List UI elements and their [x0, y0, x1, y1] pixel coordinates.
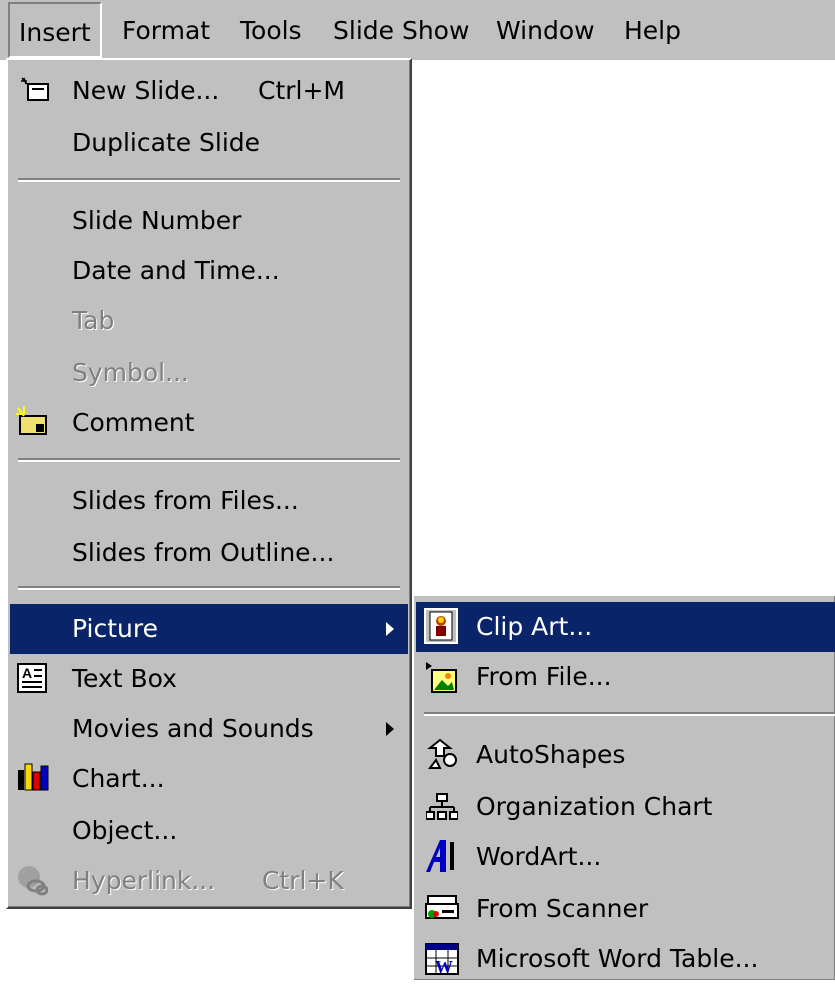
- submenu-item-clip-art[interactable]: Clip Art...: [416, 602, 835, 652]
- menu-item-chart[interactable]: Chart...: [10, 754, 408, 804]
- comment-label: Comment: [72, 408, 195, 437]
- hyperlink-shortcut: Ctrl+K: [262, 866, 344, 895]
- submenu-item-autoshapes[interactable]: AutoShapes: [416, 730, 833, 780]
- picture-label: Picture: [72, 614, 158, 643]
- menu-window[interactable]: Window: [496, 0, 595, 58]
- menu-help[interactable]: Help: [624, 0, 681, 58]
- word-table-label: Microsoft Word Table...: [476, 944, 759, 973]
- from-scanner-label: From Scanner: [476, 894, 649, 923]
- clip-art-label: Clip Art...: [476, 612, 593, 641]
- submenu-arrow-icon: [386, 622, 394, 636]
- symbol-label: Symbol...: [72, 358, 189, 387]
- new-slide-icon: [20, 76, 50, 106]
- scanner-icon: [424, 890, 460, 926]
- submenu-item-word-table[interactable]: W Microsoft Word Table...: [416, 934, 833, 984]
- chart-label: Chart...: [72, 764, 165, 793]
- menu-item-comment[interactable]: Comment: [10, 398, 408, 448]
- menu-insert[interactable]: Insert: [8, 2, 102, 58]
- wordart-label: WordArt...: [476, 842, 602, 871]
- wordart-icon: [424, 838, 460, 874]
- menu-slide-show[interactable]: Slide Show: [333, 0, 469, 58]
- menu-item-text-box[interactable]: A Text Box: [10, 654, 408, 704]
- slides-from-files-label: Slides from Files...: [72, 486, 299, 515]
- new-slide-shortcut: Ctrl+M: [258, 76, 345, 105]
- svg-text:A: A: [22, 665, 32, 681]
- duplicate-slide-label: Duplicate Slide: [72, 128, 261, 157]
- word-table-icon: W: [424, 942, 460, 977]
- menu-item-object[interactable]: Object...: [10, 806, 408, 856]
- submenu-item-from-file[interactable]: From File...: [416, 652, 833, 702]
- org-chart-icon: [425, 792, 459, 822]
- menu-format[interactable]: Format: [122, 0, 210, 58]
- menu-tools[interactable]: Tools: [240, 0, 302, 58]
- menu-item-new-slide[interactable]: New Slide... Ctrl+M: [10, 66, 408, 116]
- separator: [18, 586, 400, 590]
- separator: [424, 712, 835, 716]
- menu-item-slide-number[interactable]: Slide Number: [10, 196, 408, 246]
- hyperlink-label: Hyperlink...: [72, 866, 216, 895]
- clip-art-icon: [424, 608, 458, 644]
- submenu-item-org-chart[interactable]: Organization Chart: [416, 782, 833, 832]
- slides-from-outline-label: Slides from Outline...: [72, 538, 335, 567]
- menu-item-slides-from-outline[interactable]: Slides from Outline...: [10, 528, 408, 578]
- menu-item-hyperlink[interactable]: Hyperlink... Ctrl+K: [10, 856, 408, 906]
- submenu-item-from-scanner[interactable]: From Scanner: [416, 884, 833, 934]
- object-label: Object...: [72, 816, 178, 845]
- submenu-arrow-icon: [386, 722, 394, 736]
- separator: [18, 178, 400, 182]
- slide-number-label: Slide Number: [72, 206, 242, 235]
- menu-item-movies-sounds[interactable]: Movies and Sounds: [10, 704, 408, 754]
- svg-text:W: W: [435, 957, 453, 976]
- hyperlink-icon: [16, 864, 49, 896]
- tab-label: Tab: [72, 306, 115, 335]
- menu-item-picture[interactable]: Picture: [10, 604, 408, 654]
- separator: [18, 458, 400, 462]
- from-file-label: From File...: [476, 662, 612, 691]
- movies-sounds-label: Movies and Sounds: [72, 714, 314, 743]
- date-time-label: Date and Time...: [72, 256, 280, 285]
- text-box-label: Text Box: [72, 664, 177, 693]
- menu-item-tab[interactable]: Tab: [10, 296, 408, 346]
- comment-icon: [16, 406, 47, 436]
- picture-submenu: Clip Art... From File... AutoShapes Orga…: [412, 594, 835, 980]
- menu-item-slides-from-files[interactable]: Slides from Files...: [10, 476, 408, 526]
- menu-item-date-time[interactable]: Date and Time...: [10, 246, 408, 296]
- text-box-icon: A: [16, 662, 47, 693]
- menu-bar: Insert Format Tools Slide Show Window He…: [0, 0, 835, 60]
- org-chart-label: Organization Chart: [476, 792, 713, 821]
- new-slide-label: New Slide...: [72, 76, 220, 105]
- autoshapes-icon: [426, 738, 457, 769]
- from-file-icon: [426, 662, 457, 693]
- autoshapes-label: AutoShapes: [476, 740, 626, 769]
- chart-icon: [16, 760, 49, 791]
- insert-menu: New Slide... Ctrl+M Duplicate Slide Slid…: [6, 58, 412, 909]
- menu-item-symbol[interactable]: Symbol...: [10, 348, 408, 398]
- menu-item-duplicate-slide[interactable]: Duplicate Slide: [10, 118, 408, 168]
- submenu-item-wordart[interactable]: WordArt...: [416, 832, 833, 882]
